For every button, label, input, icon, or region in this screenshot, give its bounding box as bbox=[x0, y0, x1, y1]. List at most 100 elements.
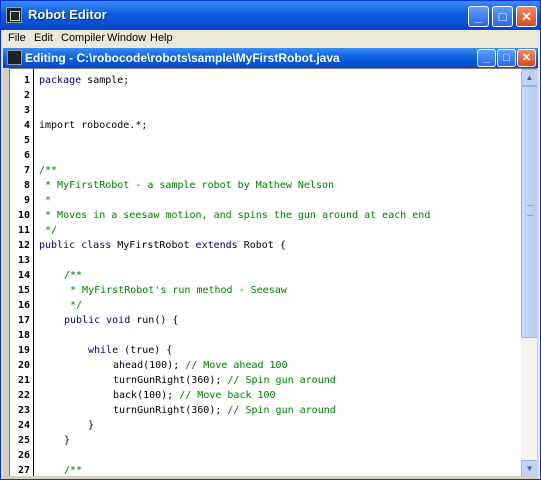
code-line-19: while (true) { bbox=[88, 345, 172, 356]
code-text: ahead(100); bbox=[113, 360, 186, 371]
line-number: 21 bbox=[17, 375, 30, 386]
code-text: MyFirstRobot bbox=[111, 240, 196, 251]
line-number: 16 bbox=[17, 300, 30, 311]
maximize-button[interactable]: □ bbox=[492, 6, 513, 27]
line-number: 12 bbox=[17, 240, 30, 251]
menu-compiler[interactable]: Compiler bbox=[61, 32, 105, 44]
editor-title: Editing - C:\robocode\robots\sample\MyFi… bbox=[25, 51, 340, 65]
line-number-gutter: 1 2 3 4 5 6 7 8 9 10 11 12 13 14 15 16 17 18 19 20 21 22 23 24 2… bbox=[10, 69, 34, 476]
line-number: 13 bbox=[17, 255, 30, 266]
code-text: Robot { bbox=[237, 240, 286, 251]
menu-bar: File Edit Compiler Window Help bbox=[1, 30, 540, 48]
editor-maximize-button[interactable]: □ bbox=[497, 49, 516, 67]
code-line-11: */ bbox=[39, 225, 57, 236]
line-number: 11 bbox=[17, 225, 30, 236]
code-line-8: * MyFirstRobot - a sample robot by Mathe… bbox=[39, 180, 334, 191]
code-text: } bbox=[88, 420, 95, 431]
comment: */ bbox=[64, 300, 83, 311]
comment: * bbox=[39, 195, 52, 206]
line-number: 27 bbox=[17, 465, 30, 476]
line-number: 1 bbox=[23, 75, 30, 86]
line-number: 20 bbox=[17, 360, 30, 371]
code-line-22: back(100); // Move back 100 bbox=[113, 390, 276, 401]
title-bar[interactable]: Robot Editor _ □ ✕ bbox=[1, 1, 540, 30]
line-number: 25 bbox=[17, 435, 30, 446]
menu-edit[interactable]: Edit bbox=[34, 32, 53, 44]
code-line-12: public class MyFirstRobot extends Robot … bbox=[39, 240, 286, 251]
line-number: 24 bbox=[17, 420, 30, 431]
code-line-4: import robocode.*; bbox=[39, 120, 147, 131]
document-icon bbox=[7, 50, 22, 65]
code-text: turnGunRight(360); bbox=[113, 375, 228, 386]
editor-title-bar[interactable]: Editing - C:\robocode\robots\sample\MyFi… bbox=[3, 48, 538, 68]
app-icon bbox=[6, 7, 22, 23]
code-line-17: public void run() { bbox=[64, 315, 178, 326]
robot-editor-window: Robot Editor _ □ ✕ File Edit Compiler Wi… bbox=[0, 0, 541, 480]
code-line-21: turnGunRight(360); // Spin gun around bbox=[113, 375, 336, 386]
scroll-thumb[interactable] bbox=[521, 86, 537, 338]
menu-file[interactable]: File bbox=[8, 32, 26, 44]
code-text: import robocode.*; bbox=[39, 120, 148, 131]
code-text: sample; bbox=[81, 75, 130, 86]
editor-internal-frame: Editing - C:\robocode\robots\sample\MyFi… bbox=[3, 48, 538, 479]
code-text: turnGunRight(360); bbox=[113, 405, 228, 416]
line-number: 7 bbox=[23, 165, 30, 176]
line-number: 17 bbox=[17, 315, 30, 326]
comment: * MyFirstRobot - a sample robot by Mathe… bbox=[39, 180, 335, 191]
keyword: while bbox=[88, 345, 119, 356]
comment: // Spin gun around bbox=[227, 405, 336, 416]
code-line-9: * bbox=[39, 195, 51, 206]
code-line-27: /** bbox=[64, 465, 82, 476]
line-number: 19 bbox=[17, 345, 30, 356]
comment: // Move ahead 100 bbox=[185, 360, 288, 371]
line-number: 4 bbox=[23, 120, 30, 131]
code-line-15: * MyFirstRobot's run method - Seesaw bbox=[64, 285, 287, 296]
comment: // Spin gun around bbox=[227, 375, 336, 386]
editor-minimize-button[interactable]: _ bbox=[477, 49, 496, 67]
comment: */ bbox=[39, 225, 58, 236]
scroll-up-arrow-icon[interactable]: ▲ bbox=[521, 69, 537, 86]
line-number: 26 bbox=[17, 450, 30, 461]
code-line-14: /** bbox=[64, 270, 82, 281]
line-number: 18 bbox=[17, 330, 30, 341]
line-number: 8 bbox=[23, 180, 30, 191]
line-number: 2 bbox=[23, 90, 30, 101]
line-number: 23 bbox=[17, 405, 30, 416]
code-text: back(100); bbox=[113, 390, 180, 401]
comment: * Moves in a seesaw motion, and spins th… bbox=[39, 210, 431, 221]
comment: /** bbox=[39, 165, 58, 176]
keyword: extends bbox=[195, 240, 238, 251]
keyword: package bbox=[39, 75, 82, 86]
close-button[interactable]: ✕ bbox=[516, 6, 537, 27]
code-line-23: turnGunRight(360); // Spin gun around bbox=[113, 405, 336, 416]
comment: /** bbox=[64, 270, 83, 281]
code-editor[interactable]: 1 2 3 4 5 6 7 8 9 10 11 12 13 14 15 16 17 18 19 20 21 22 23 24 2… bbox=[9, 68, 537, 476]
line-number: 9 bbox=[23, 195, 30, 206]
code-line-7: /** bbox=[39, 165, 57, 176]
menu-help[interactable]: Help bbox=[150, 32, 173, 44]
line-number: 5 bbox=[23, 135, 30, 146]
code-text: (true) { bbox=[118, 345, 173, 356]
code-line-10: * Moves in a seesaw motion, and spins th… bbox=[39, 210, 430, 221]
code-text: run() { bbox=[130, 315, 179, 326]
code-line-1: package sample; bbox=[39, 75, 129, 86]
line-number: 10 bbox=[17, 210, 30, 221]
minimize-button[interactable]: _ bbox=[468, 6, 489, 27]
comment: // Move back 100 bbox=[179, 390, 276, 401]
scroll-down-arrow-icon[interactable]: ▼ bbox=[521, 460, 537, 476]
comment: * MyFirstRobot's run method - Seesaw bbox=[64, 285, 287, 296]
code-line-16: */ bbox=[64, 300, 82, 311]
editor-close-button[interactable]: ✕ bbox=[517, 49, 536, 67]
keyword: public class bbox=[39, 240, 112, 251]
keyword: public void bbox=[64, 315, 131, 326]
comment: /** bbox=[64, 465, 83, 476]
line-number: 15 bbox=[17, 285, 30, 296]
vertical-scrollbar[interactable]: ▲ ▼ bbox=[521, 69, 537, 476]
line-number: 3 bbox=[23, 105, 30, 116]
menu-window[interactable]: Window bbox=[107, 32, 146, 44]
grip-icon bbox=[527, 205, 533, 216]
code-line-24: } bbox=[88, 420, 94, 431]
code-line-20: ahead(100); // Move ahead 100 bbox=[113, 360, 288, 371]
code-text: } bbox=[64, 435, 71, 446]
line-number: 22 bbox=[17, 390, 30, 401]
